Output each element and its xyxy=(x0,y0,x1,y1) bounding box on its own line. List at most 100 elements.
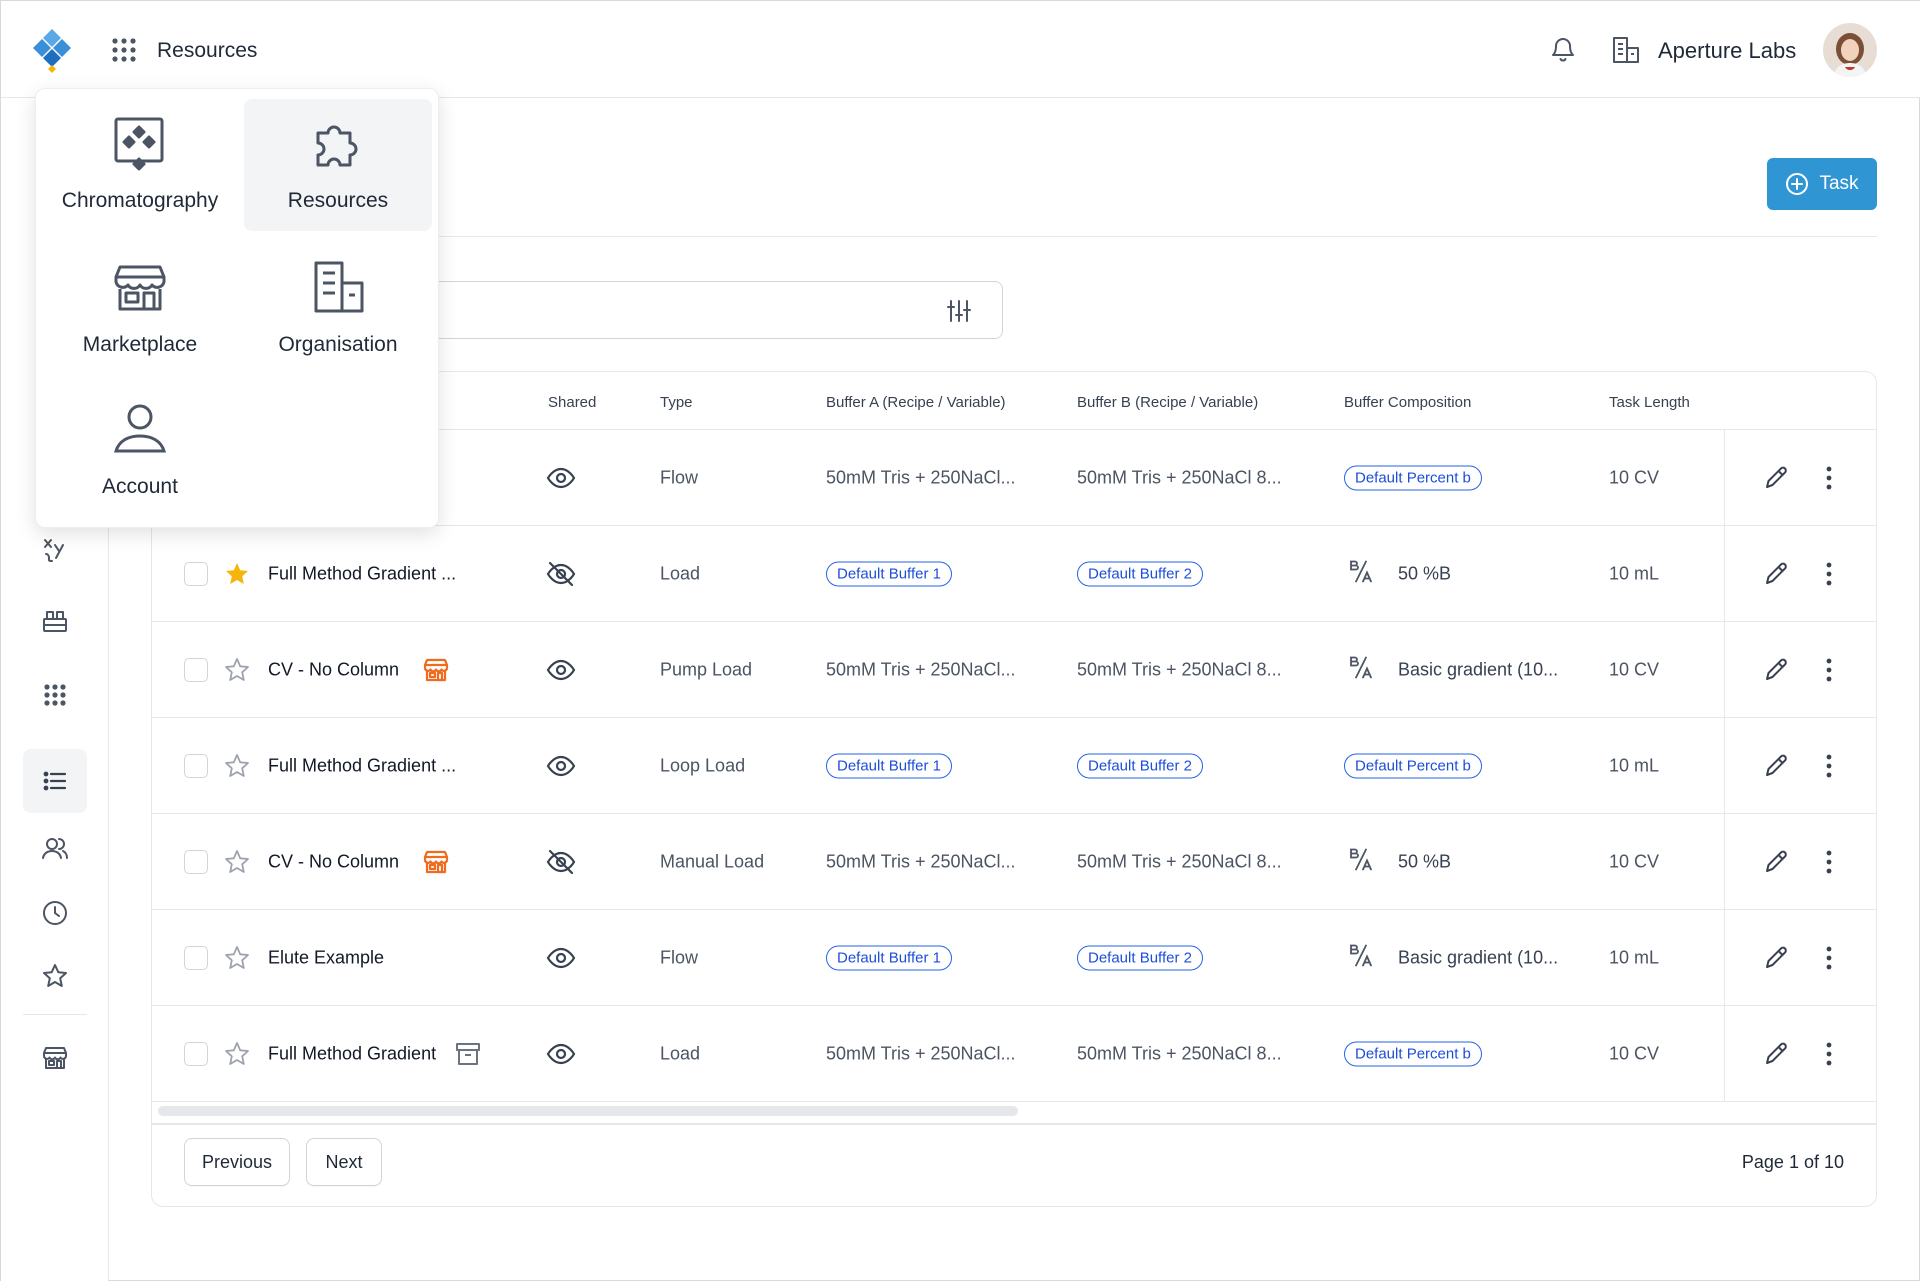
app-menu-item-marketplace[interactable]: Marketplace xyxy=(46,243,234,375)
table-row[interactable]: Elute Example Flow Default Buffer 1 Default… xyxy=(152,910,1876,1006)
buffer-a-value[interactable]: Default Buffer 1 xyxy=(826,945,952,970)
favorite-star-icon[interactable] xyxy=(224,561,250,587)
buffer-a-value: 50mM Tris + 250NaCl... xyxy=(826,467,1016,487)
buffer-b-value[interactable]: Default Buffer 2 xyxy=(1077,945,1203,970)
star-icon xyxy=(43,964,67,987)
eye-icon[interactable] xyxy=(546,1039,576,1069)
eye-off-icon[interactable] xyxy=(546,847,576,877)
previous-button[interactable]: Previous xyxy=(184,1138,290,1186)
task-name[interactable]: Full Method Gradient xyxy=(268,1043,436,1064)
eye-icon[interactable] xyxy=(546,751,576,781)
avatar[interactable] xyxy=(1823,23,1877,77)
eye-icon[interactable] xyxy=(546,463,576,493)
favorite-star-icon[interactable] xyxy=(224,657,250,683)
archive-icon xyxy=(454,1040,482,1068)
edit-pencil-icon[interactable] xyxy=(1762,1040,1790,1068)
page-title: Resources xyxy=(157,39,258,62)
organisation-name[interactable]: Aperture Labs xyxy=(1658,38,1796,64)
row-checkbox[interactable] xyxy=(184,945,208,970)
table-row[interactable]: CV - No Column Manual Load 50mM Tris + 250… xyxy=(152,814,1876,910)
edit-pencil-icon[interactable] xyxy=(1762,848,1790,876)
more-options-icon[interactable] xyxy=(1825,1041,1833,1067)
building-icon xyxy=(314,261,364,313)
app-menu-item-organisation[interactable]: Organisation xyxy=(244,243,432,375)
actions-divider xyxy=(1724,718,1725,814)
eye-icon[interactable] xyxy=(546,943,576,973)
app-switcher-icon[interactable] xyxy=(111,37,137,63)
favorite-star-icon[interactable] xyxy=(224,945,250,971)
app-menu-item-chromatography[interactable]: Chromatography xyxy=(46,99,234,231)
row-checkbox[interactable] xyxy=(184,1041,208,1066)
task-name[interactable]: CV - No Column xyxy=(268,851,399,872)
row-checkbox[interactable] xyxy=(184,849,208,874)
app-menu-item-account[interactable]: Account xyxy=(46,385,234,517)
table-row[interactable]: Full Method Gradient ... Loop Load Default… xyxy=(152,718,1876,814)
buffer-a-value[interactable]: Default Buffer 1 xyxy=(826,753,952,778)
horizontal-scrollbar[interactable] xyxy=(158,1106,1018,1116)
task-name[interactable]: CV - No Column xyxy=(268,659,399,680)
add-task-button[interactable]: Task xyxy=(1767,158,1877,210)
task-type: Manual Load xyxy=(660,851,765,871)
favorite-star-icon[interactable] xyxy=(224,1041,250,1067)
table-row[interactable]: Full Method Gradient Load 50mM Tris + 250N… xyxy=(152,1006,1876,1102)
buffer-ratio-icon xyxy=(1348,942,1374,973)
composition-value[interactable]: Default Percent b xyxy=(1344,1041,1482,1066)
task-length: 10 mL xyxy=(1609,947,1660,967)
sidebar-item-users[interactable] xyxy=(23,816,87,880)
buffer-b-value[interactable]: Default Buffer 2 xyxy=(1077,561,1203,586)
sidebar-item-history[interactable] xyxy=(23,881,87,945)
column-header-shared[interactable]: Shared xyxy=(548,394,596,411)
edit-pencil-icon[interactable] xyxy=(1762,944,1790,972)
more-options-icon[interactable] xyxy=(1825,657,1833,683)
row-checkbox[interactable] xyxy=(184,657,208,682)
more-options-icon[interactable] xyxy=(1825,465,1833,491)
more-options-icon[interactable] xyxy=(1825,561,1833,587)
actions-divider xyxy=(1724,622,1725,718)
task-name[interactable]: Full Method Gradient ... xyxy=(268,563,456,584)
sidebar-item-layout[interactable] xyxy=(23,589,87,653)
table-row[interactable]: CV - No Column Pump Load 50mM Tris + 250Na… xyxy=(152,622,1876,718)
composition-value[interactable]: Default Percent b xyxy=(1344,465,1482,490)
task-length: 10 CV xyxy=(1609,1043,1660,1063)
next-button[interactable]: Next xyxy=(306,1138,382,1186)
more-options-icon[interactable] xyxy=(1825,849,1833,875)
buffer-a-value[interactable]: Default Buffer 1 xyxy=(826,561,952,586)
app-menu-label: Organisation xyxy=(278,333,398,356)
actions-divider xyxy=(1724,1006,1725,1102)
composition-value[interactable]: Default Percent b xyxy=(1344,753,1482,778)
edit-pencil-icon[interactable] xyxy=(1762,656,1790,684)
row-checkbox[interactable] xyxy=(184,561,208,586)
task-length: 10 mL xyxy=(1609,755,1660,775)
search-box xyxy=(421,281,1003,339)
column-header-task-length[interactable]: Task Length xyxy=(1609,394,1690,411)
edit-pencil-icon[interactable] xyxy=(1762,560,1790,588)
column-header-buffer-a[interactable]: Buffer A (Recipe / Variable) xyxy=(826,394,1006,411)
more-options-icon[interactable] xyxy=(1825,753,1833,779)
favorite-star-icon[interactable] xyxy=(224,849,250,875)
column-header-composition[interactable]: Buffer Composition xyxy=(1344,394,1471,411)
column-header-buffer-b[interactable]: Buffer B (Recipe / Variable) xyxy=(1077,394,1258,411)
sidebar-item-favorites[interactable] xyxy=(23,944,87,1008)
add-task-label: Task xyxy=(1819,173,1859,194)
app-menu-item-resources[interactable]: Resources xyxy=(244,99,432,231)
search-input[interactable] xyxy=(436,296,916,324)
eye-off-icon[interactable] xyxy=(546,559,576,589)
more-options-icon[interactable] xyxy=(1825,945,1833,971)
edit-pencil-icon[interactable] xyxy=(1762,464,1790,492)
sidebar-item-list[interactable] xyxy=(23,749,87,813)
sidebar-item-apps[interactable] xyxy=(23,663,87,727)
filter-icon[interactable] xyxy=(946,298,972,324)
app-menu-label: Chromatography xyxy=(61,189,219,212)
edit-pencil-icon[interactable] xyxy=(1762,752,1790,780)
eye-icon[interactable] xyxy=(546,655,576,685)
task-name[interactable]: Full Method Gradient ... xyxy=(268,755,456,776)
favorite-star-icon[interactable] xyxy=(224,753,250,779)
column-header-type[interactable]: Type xyxy=(660,394,693,411)
row-checkbox[interactable] xyxy=(184,753,208,778)
task-name[interactable]: Elute Example xyxy=(268,947,384,968)
table-row[interactable]: Full Method Gradient ... Load Default Buff… xyxy=(152,526,1876,622)
buffer-b-value[interactable]: Default Buffer 2 xyxy=(1077,753,1203,778)
bell-icon[interactable] xyxy=(1549,34,1577,64)
sidebar-item-marketplace[interactable] xyxy=(23,1026,87,1090)
footer-divider xyxy=(152,1123,1876,1125)
